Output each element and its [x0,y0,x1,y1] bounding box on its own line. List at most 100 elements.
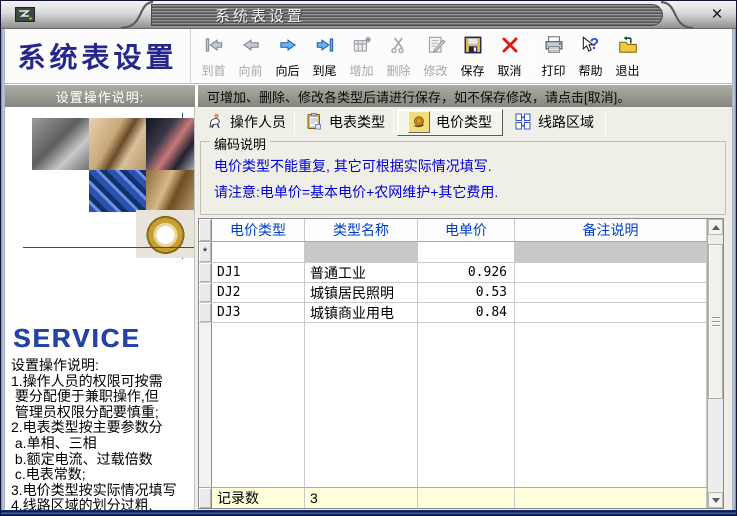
note-line-1: 电价类型不能重复, 其它可根据实际情况填写. [214,156,492,176]
row-selector[interactable] [199,283,212,302]
add-button: 增加 [343,31,380,81]
delete-icon [388,34,410,61]
grid-new-row[interactable]: * [199,242,707,263]
column-header-note: 备注说明 [515,219,707,241]
titlebar-curve-left [117,1,157,29]
tab-separator [294,110,295,134]
grid-corner-cell [199,219,212,241]
header-bars: 设置操作说明: 可增加、删除、修改各类型后请进行保存，如不保存修改，请点击[取消… [5,85,732,107]
title-pill: 系统表设置 [151,4,663,26]
close-button[interactable]: × [706,4,728,26]
tab-label: 线路区域 [538,112,594,132]
row-selector [199,488,212,508]
exit-icon [617,34,639,61]
cell-name[interactable] [305,242,418,262]
scroll-up-button[interactable] [708,219,723,235]
edit-button: 修改 [417,31,454,81]
column-header-code: 电价类型 [212,219,305,241]
grid-empty-area [199,323,707,487]
tab-separator [393,110,394,134]
cell-name[interactable]: 普通工业 [305,263,418,282]
cell-price[interactable]: 0.53 [418,283,515,302]
go-first-button: 到首 [195,31,232,81]
column-header-price: 电单价 [418,219,515,241]
tab-label: 电表类型 [329,112,385,132]
cell-code[interactable]: DJ3 [212,303,305,322]
scroll-down-button[interactable] [708,492,723,508]
toolbar: 系统表设置 到首 向前 向后 到尾 增加 [5,29,732,84]
grid-row[interactable]: DJ1 普通工业 0.926 [199,263,707,283]
service-text: SERVICE [13,323,141,354]
photo-pen [89,118,146,170]
sidebar-instructions: 设置操作说明: 1.操作人员的权限可按需 要分配便于兼职操作,但 管理员权限分配… [11,358,195,510]
photo-keyboard [89,170,146,212]
operator-icon [206,112,224,133]
grid-row[interactable]: DJ2 城镇居民照明 0.53 [199,283,707,303]
add-icon [351,34,373,61]
app-window: 系统表设置 × 系统表设置 到首 向前 向后 到尾 [0,0,737,516]
row-selector[interactable] [199,303,212,322]
groupbox-title: 编码说明 [210,134,270,153]
tab-label: 操作人员 [230,112,286,132]
go-first-icon [203,34,225,61]
go-last-button[interactable]: 到尾 [306,31,343,81]
record-count-label: 记录数 [212,488,305,508]
window-border-bottom [1,510,736,515]
cell-price[interactable]: 0.926 [418,263,515,282]
sidebar: SERVICE 设置操作说明: 1.操作人员的权限可按需 要分配便于兼职操作,但… [5,107,195,510]
price-type-icon [408,111,430,133]
grid-row[interactable]: DJ3 城镇商业用电 0.84 [199,303,707,323]
scrollbar-thumb[interactable] [708,244,723,399]
go-next-button[interactable]: 向后 [269,31,306,81]
column-header-name: 类型名称 [305,219,418,241]
exit-button[interactable]: 退出 [609,31,646,81]
title-bar: 系统表设置 × [1,1,736,29]
grid-footer-row: 记录数 3 [199,487,707,508]
cell-price[interactable]: 0.84 [418,303,515,322]
window-title: 系统表设置 [215,5,305,26]
cell-note[interactable] [515,303,707,322]
tab-operators[interactable]: 操作人员 [198,109,294,135]
print-button[interactable]: 打印 [535,31,572,81]
go-last-icon [314,34,336,61]
tab-price-types[interactable]: 电价类型 [397,109,503,136]
go-prev-button: 向前 [232,31,269,81]
row-selector[interactable] [199,263,212,282]
main-panel: 操作人员 电表类型 电价类型 线路区域 [195,107,732,510]
window-border-left [1,29,5,515]
notice-bar: 可增加、删除、修改各类型后请进行保存，如不保存修改，请点击[取消]。 [198,85,732,107]
delete-button: 删除 [380,31,417,81]
meter-type-icon [305,112,323,133]
cell-note[interactable] [515,242,707,262]
save-button[interactable]: 保存 [454,31,491,81]
cell-name[interactable]: 城镇居民照明 [305,283,418,302]
titlebar-curve-right [657,1,697,29]
app-icon [15,7,35,22]
cell-note[interactable] [515,283,707,302]
vertical-scrollbar[interactable] [707,219,723,508]
decor-line [23,247,195,248]
cell-price[interactable] [418,242,515,262]
cell-code[interactable]: DJ2 [212,283,305,302]
line-area-icon [514,112,532,133]
save-icon [462,34,484,61]
cancel-button[interactable]: 取消 [491,31,528,81]
cell-code[interactable] [212,242,305,262]
tab-line-areas[interactable]: 线路区域 [506,109,602,135]
cell-name[interactable]: 城镇商业用电 [305,303,418,322]
sidebar-header: 设置操作说明: [5,85,195,107]
help-icon: ? [580,34,602,61]
window-border-right [732,29,736,515]
cell-code[interactable]: DJ1 [212,263,305,282]
grid-header-row: 电价类型 类型名称 电单价 备注说明 [199,219,707,242]
cell-note[interactable] [515,263,707,282]
note-line-2: 请注意:电单价=基本电价+农网维护+其它费用. [214,182,498,202]
help-button[interactable]: ? 帮助 [572,31,609,81]
toolbar-separator [531,34,532,78]
tab-meter-types[interactable]: 电表类型 [297,109,393,135]
go-prev-icon [240,34,262,61]
row-selector[interactable]: * [199,242,212,262]
tab-strip: 操作人员 电表类型 电价类型 线路区域 [195,108,732,136]
photo-tools [146,118,195,170]
edit-icon [425,34,447,61]
